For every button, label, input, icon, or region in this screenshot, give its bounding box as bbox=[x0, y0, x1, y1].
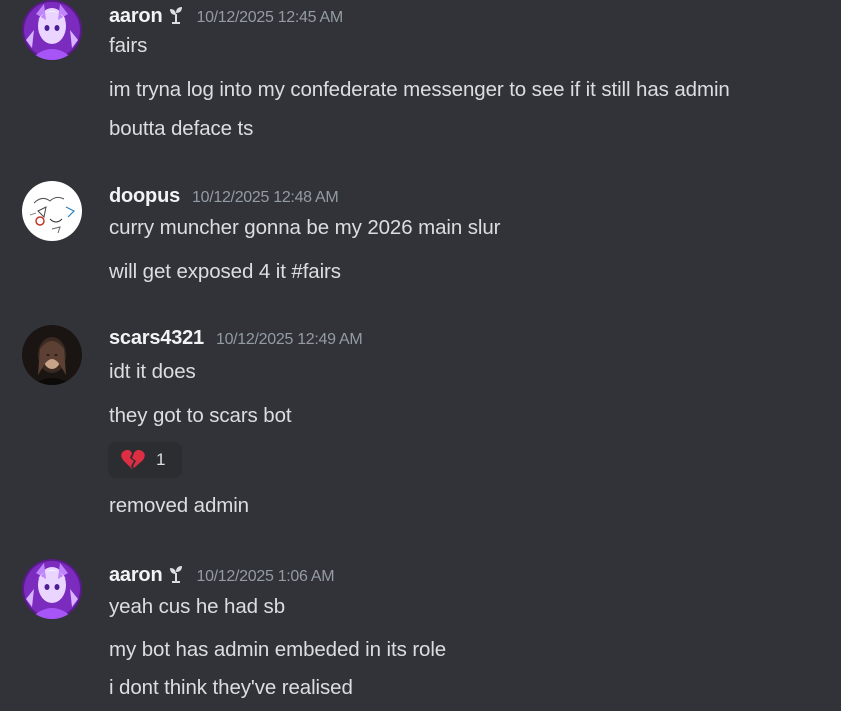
message-text: boutta deface ts bbox=[109, 117, 254, 140]
username[interactable]: aaron bbox=[109, 564, 163, 587]
timestamp[interactable]: 10/12/2025 12:45 AM bbox=[196, 9, 343, 27]
message-text: yeah cus he had sb bbox=[109, 595, 285, 618]
message-header: aaron 10/12/2025 1:06 AM bbox=[109, 563, 335, 587]
timestamp[interactable]: 10/12/2025 12:49 AM bbox=[216, 331, 363, 349]
message-text: fairs bbox=[109, 34, 148, 57]
message-text: they got to scars bot bbox=[109, 404, 292, 427]
username[interactable]: doopus bbox=[109, 185, 180, 208]
timestamp[interactable]: 10/12/2025 1:06 AM bbox=[196, 568, 334, 586]
avatar[interactable] bbox=[22, 0, 82, 60]
message-text: im tryna log into my confederate messeng… bbox=[109, 78, 730, 101]
reaction-count: 1 bbox=[156, 450, 166, 469]
avatar[interactable] bbox=[22, 559, 82, 619]
message-header: doopus 10/12/2025 12:48 AM bbox=[109, 185, 339, 209]
sprout-icon[interactable] bbox=[168, 6, 184, 24]
username[interactable]: scars4321 bbox=[109, 327, 204, 350]
username[interactable]: aaron bbox=[109, 5, 163, 28]
message-header: scars4321 10/12/2025 12:49 AM bbox=[109, 327, 363, 351]
message-text: curry muncher gonna be my 2026 main slur bbox=[109, 216, 501, 239]
message-text: will get exposed 4 it #fairs bbox=[109, 260, 341, 283]
sprout-icon[interactable] bbox=[168, 565, 184, 583]
avatar[interactable] bbox=[22, 181, 82, 241]
broken-heart-icon bbox=[120, 449, 146, 471]
avatar[interactable] bbox=[22, 325, 82, 385]
message-text: idt it does bbox=[109, 360, 196, 383]
message-text: my bot has admin embeded in its role bbox=[109, 638, 447, 661]
message-text: i dont think they've realised bbox=[109, 676, 353, 699]
avatar-image bbox=[22, 325, 82, 385]
message-header: aaron 10/12/2025 12:45 AM bbox=[109, 4, 343, 28]
reaction-button[interactable]: 1 bbox=[108, 442, 182, 478]
timestamp[interactable]: 10/12/2025 12:48 AM bbox=[192, 189, 339, 207]
avatar-image bbox=[22, 0, 82, 60]
avatar-image bbox=[22, 559, 82, 619]
message-text: removed admin bbox=[109, 494, 249, 517]
avatar-image bbox=[22, 181, 82, 241]
